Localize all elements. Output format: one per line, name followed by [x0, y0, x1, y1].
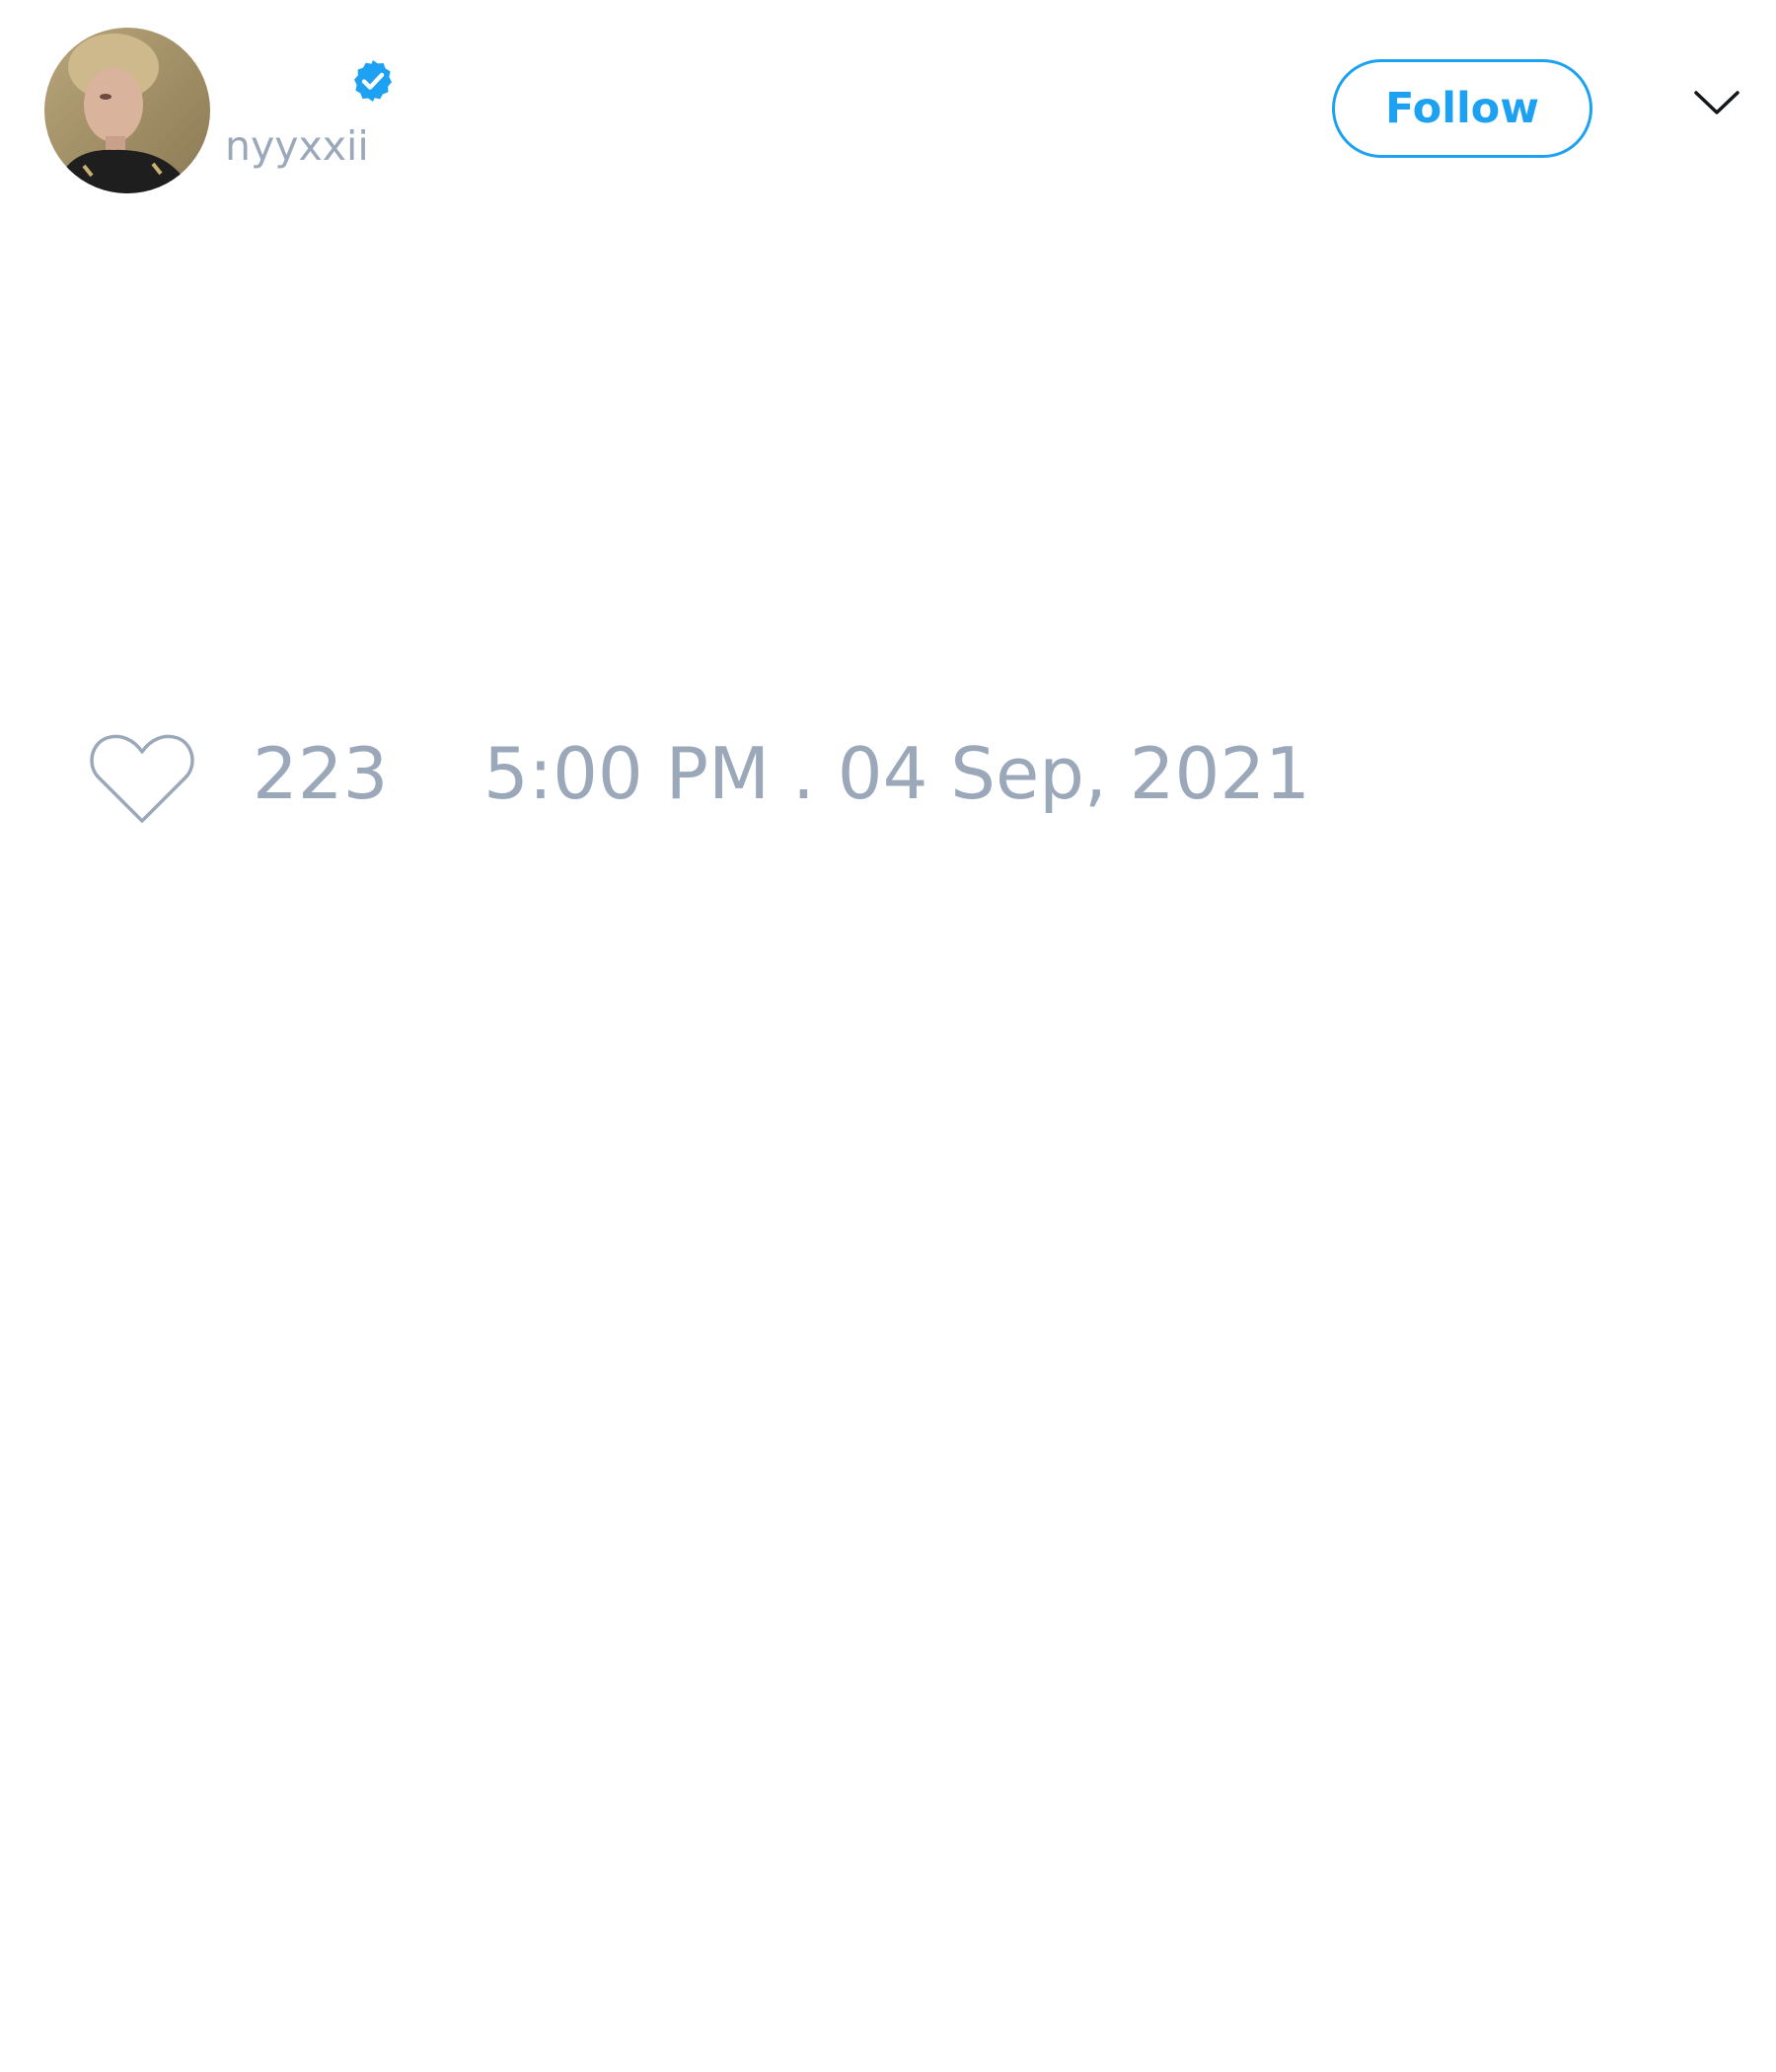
chevron-down-icon[interactable]	[1693, 89, 1740, 118]
user-handle[interactable]: nyyxxii	[225, 126, 369, 167]
tweet-card: nyyxxii Follow 223 5:00 PM . 04 Sep, 202…	[0, 0, 1776, 2072]
profile-photo	[44, 28, 210, 193]
follow-button[interactable]: Follow	[1332, 59, 1592, 158]
heart-outline-icon[interactable]	[89, 732, 195, 825]
avatar[interactable]	[44, 28, 210, 193]
tweet-timestamp[interactable]: 5:00 PM . 04 Sep, 2021	[483, 738, 1310, 809]
like-count: 223	[253, 732, 389, 815]
verified-badge-icon	[354, 60, 392, 102]
